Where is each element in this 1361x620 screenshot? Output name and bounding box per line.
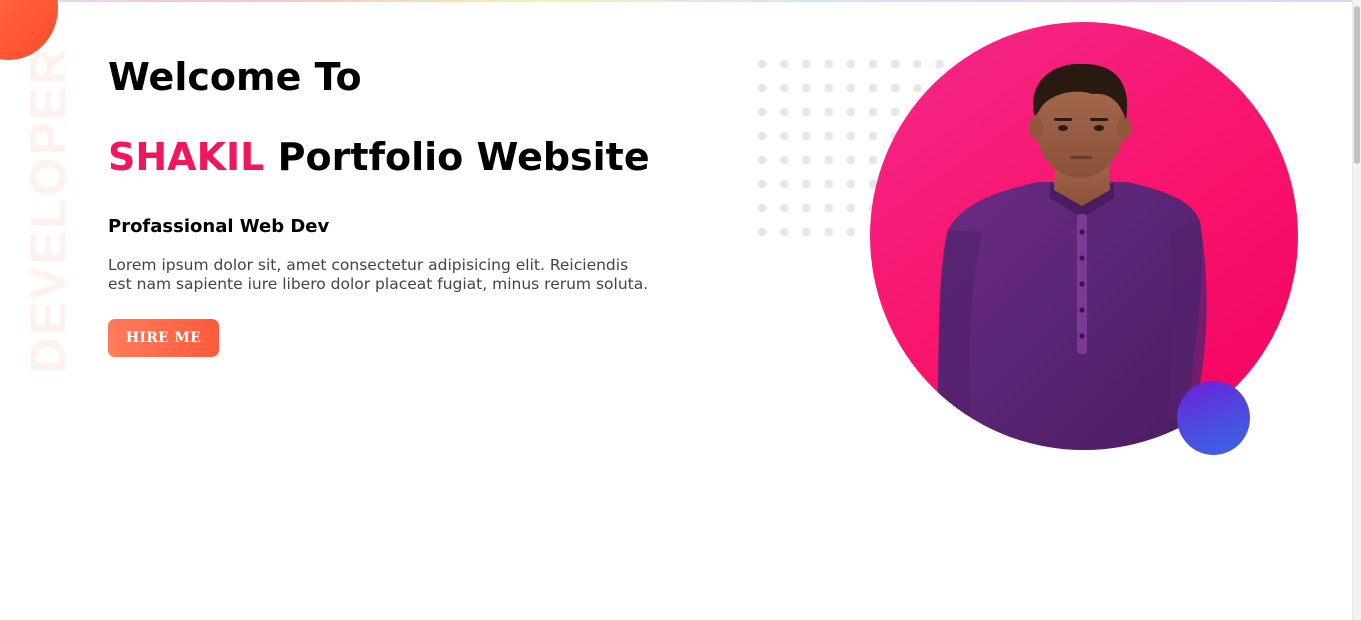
portfolio-title-text: Portfolio Website [264,135,650,179]
profile-photo [936,63,1207,450]
top-gradient-strip [0,0,1352,2]
blue-ball-decoration [1177,381,1250,455]
developer-watermark: DEVELOPER [20,46,76,374]
portfolio-heading: SHAKIL Portfolio Website [108,135,650,180]
profile-circle [870,22,1298,450]
hire-me-button[interactable]: HIRE ME [108,319,219,357]
role-subtitle: Profassional Web Dev [108,216,330,237]
owner-name: SHAKIL [108,135,265,179]
portfolio-page: DEVELOPER Welcome To SHAKIL Portfolio We… [0,0,1361,620]
scrollbar-thumb[interactable] [1354,6,1360,164]
welcome-heading: Welcome To [108,55,362,99]
intro-description: Lorem ipsum dolor sit, amet consectetur … [108,256,649,293]
